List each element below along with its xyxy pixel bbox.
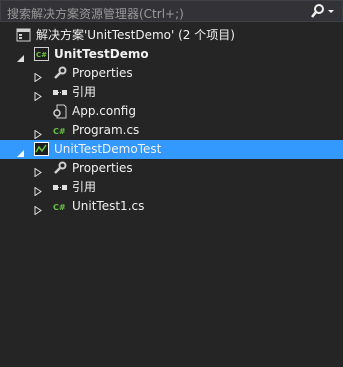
tree-row-references[interactable]: 引用 [0,83,343,102]
wrench-icon [52,161,68,176]
tree-row-properties[interactable]: Properties [0,64,343,83]
tree-row-unittest1-cs[interactable]: C# UnitTest1.cs [0,197,343,216]
project-label: UnitTestDemoTest [54,142,162,156]
program-cs-label: Program.cs [72,123,140,137]
app-config-label: App.config [72,104,136,118]
test-project-icon [34,142,50,157]
svg-text:C#: C# [53,203,66,212]
references-label: 引用 [72,85,97,99]
search-box[interactable]: 搜索解决方案资源管理器(Ctrl+;) [0,0,343,22]
search-placeholder: 搜索解决方案资源管理器(Ctrl+;) [7,7,184,21]
collapsed-arrow-icon[interactable] [34,126,43,140]
solution-icon [16,28,32,43]
tree-row-app-config[interactable]: App.config [0,102,343,121]
tree-row-project[interactable]: C# UnitTestDemo [0,45,343,64]
expanded-arrow-icon[interactable] [16,145,25,157]
wrench-icon [52,66,68,81]
collapsed-arrow-icon[interactable] [34,164,43,178]
properties-label: Properties [72,66,133,80]
solution-tree: 解决方案'UnitTestDemo' (2 个项目) C# UnitTestDe… [0,26,343,216]
collapsed-arrow-icon[interactable] [34,202,43,216]
svg-text:C#: C# [36,51,47,59]
csharp-project-icon: C# [34,47,50,62]
search-icon[interactable] [310,3,338,19]
collapsed-arrow-icon[interactable] [34,88,43,102]
config-file-icon [52,104,68,119]
references-icon [52,85,68,100]
unittest1-cs-label: UnitTest1.cs [72,199,145,213]
svg-text:C#: C# [53,127,66,136]
references-label: 引用 [72,180,97,194]
expanded-arrow-icon[interactable] [16,50,25,62]
tree-row-references[interactable]: 引用 [0,178,343,197]
project-label: UnitTestDemo [54,47,149,61]
references-icon [52,180,68,195]
csharp-file-icon: C# [52,199,68,214]
tree-row-project-selected[interactable]: UnitTestDemoTest [0,140,343,159]
tree-row-properties[interactable]: Properties [0,159,343,178]
solution-label: 解决方案'UnitTestDemo' (2 个项目) [36,28,235,42]
properties-label: Properties [72,161,133,175]
tree-row-program-cs[interactable]: C# Program.cs [0,121,343,140]
collapsed-arrow-icon[interactable] [34,183,43,197]
tree-row-solution[interactable]: 解决方案'UnitTestDemo' (2 个项目) [0,26,343,45]
collapsed-arrow-icon[interactable] [34,69,43,83]
csharp-file-icon: C# [52,123,68,138]
